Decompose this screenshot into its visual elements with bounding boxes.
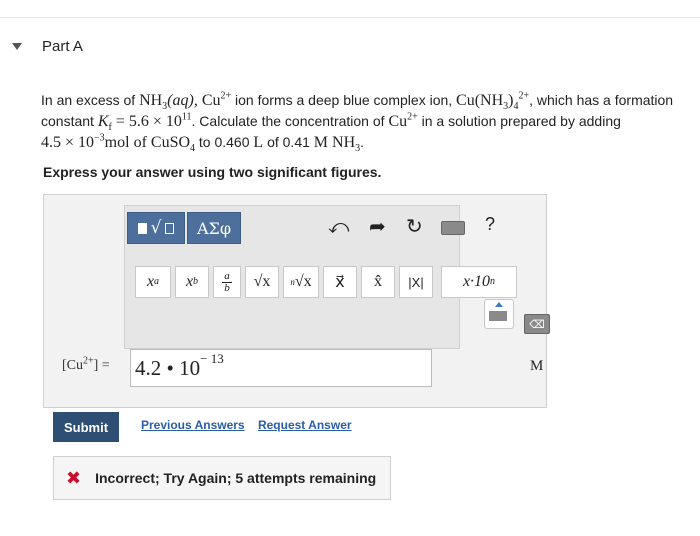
template-square-icon: [137, 222, 147, 234]
incorrect-icon: ✖: [66, 467, 82, 489]
help-button[interactable]: ?: [485, 214, 495, 235]
greek-symbols-button[interactable]: ΑΣφ: [187, 212, 241, 244]
answer-unit: M: [530, 358, 544, 374]
square-root-button[interactable]: √x: [245, 266, 279, 298]
problem-statement: In an excess of NH3(aq), Cu2+ ion forms …: [41, 90, 674, 155]
templates-button[interactable]: √: [127, 212, 185, 244]
submit-button[interactable]: Submit: [53, 412, 119, 442]
vector-button[interactable]: x⃗: [323, 266, 357, 298]
keyboard-toggle-button[interactable]: [484, 299, 514, 329]
delete-button[interactable]: ⌫: [524, 314, 550, 334]
template-box-icon: [165, 222, 175, 234]
part-title: Part A: [42, 38, 83, 55]
radical-icon: √: [150, 218, 162, 238]
feedback-text: Incorrect; Try Again; 5 attempts remaini…: [95, 470, 377, 486]
nth-root-button[interactable]: n √x: [283, 266, 319, 298]
subscript-button[interactable]: xb: [175, 266, 209, 298]
feedback-message: ✖ Incorrect; Try Again; 5 attempts remai…: [53, 456, 391, 500]
answer-instruction: Express your answer using two significan…: [43, 164, 382, 180]
reset-icon[interactable]: ↻: [406, 216, 423, 236]
undo-icon[interactable]: ⤺: [328, 216, 349, 236]
fraction-button[interactable]: a b: [213, 266, 241, 298]
answer-links: Previous Answers Request Answer: [141, 418, 362, 432]
answer-input[interactable]: 4.2 • 10− 13: [130, 349, 432, 387]
unit-vector-button[interactable]: x̂: [361, 266, 395, 298]
collapse-caret-icon[interactable]: [12, 43, 22, 50]
math-toolbar: √ ΑΣφ ⤺ ➦ ↻ ? xa xb a b √x n √x x⃗ x̂ |X|…: [124, 205, 550, 349]
previous-answers-link[interactable]: Previous Answers: [141, 418, 245, 432]
top-divider: [0, 17, 700, 18]
part-header[interactable]: Part A: [12, 38, 83, 55]
answer-label: [Cu2+] =: [62, 355, 110, 373]
absolute-value-button[interactable]: |X|: [399, 266, 433, 298]
redo-icon[interactable]: ➦: [369, 216, 386, 236]
request-answer-link[interactable]: Request Answer: [258, 418, 352, 432]
keyboard-shortcuts-icon[interactable]: [441, 221, 465, 235]
superscript-button[interactable]: xa: [135, 266, 171, 298]
answer-area: √ ΑΣφ ⤺ ➦ ↻ ? xa xb a b √x n √x x⃗ x̂ |X|…: [43, 194, 550, 408]
keyboard-icon: [489, 311, 507, 321]
arrow-up-icon: [495, 302, 503, 307]
scientific-notation-button[interactable]: x·10 n: [441, 266, 517, 298]
